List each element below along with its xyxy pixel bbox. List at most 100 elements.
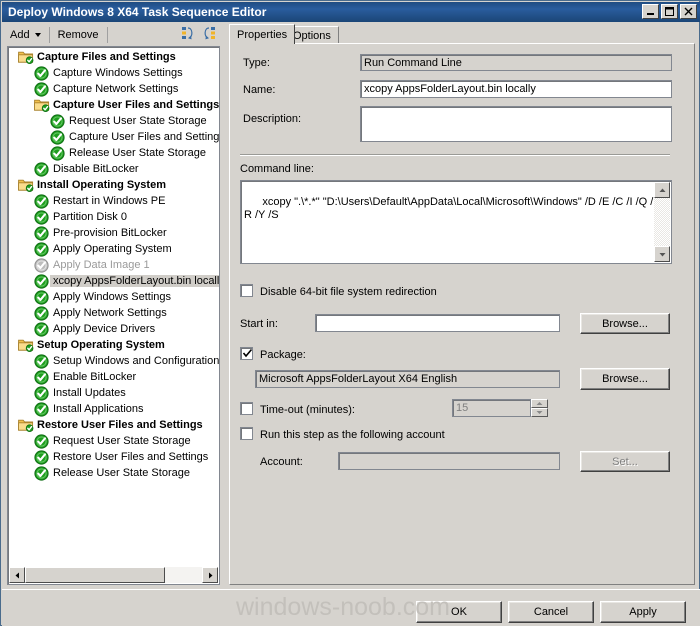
tree-item[interactable]: Install Updates <box>8 385 219 401</box>
tree-item-label: Apply Operating System <box>53 243 172 255</box>
package-browse-button[interactable]: Browse... <box>580 368 670 390</box>
description-input[interactable] <box>360 106 672 142</box>
tree-item[interactable]: Restart in Windows PE <box>8 193 219 209</box>
maximize-button[interactable] <box>661 4 678 19</box>
green-check-icon <box>34 193 50 209</box>
tree-item[interactable]: xcopy AppsFolderLayout.bin locally <box>8 273 219 289</box>
disable-redirection-label: Disable 64-bit file system redirection <box>260 286 437 298</box>
folder-check-icon <box>34 98 50 113</box>
cancel-button[interactable]: Cancel <box>508 601 594 623</box>
minimize-button[interactable] <box>642 4 659 19</box>
tree-item[interactable]: Capture Network Settings <box>8 81 219 97</box>
tree-item[interactable]: Capture User Files and Settings <box>8 129 219 145</box>
tree-item-label: Request User State Storage <box>53 435 191 447</box>
tree-item[interactable]: Apply Network Settings <box>8 305 219 321</box>
start-in-browse-button[interactable]: Browse... <box>580 313 670 334</box>
green-check-icon <box>34 385 50 401</box>
start-in-input[interactable] <box>315 314 560 332</box>
command-line-input[interactable]: xcopy ".\*.*" "D:\Users\Default\AppData\… <box>240 180 672 264</box>
tree-item[interactable]: Apply Data Image 1 <box>8 257 219 273</box>
scrollbar-track[interactable] <box>25 567 202 583</box>
tree-item[interactable]: Setup Windows and Configuration <box>8 353 219 369</box>
timeout-decrement-button[interactable] <box>531 408 548 417</box>
command-line-scrollbar[interactable] <box>654 182 670 262</box>
type-label: Type: <box>243 57 270 69</box>
tree-item-label: Pre-provision BitLocker <box>53 227 167 239</box>
green-check-icon <box>34 401 50 417</box>
tab-properties[interactable]: Properties <box>229 24 296 44</box>
green-check-icon <box>34 449 50 465</box>
green-check-icon <box>34 289 50 305</box>
tree-item[interactable]: Restore User Files and Settings <box>8 417 219 433</box>
tree-item-label: Capture User Files and Settings <box>53 99 219 111</box>
tree-item[interactable]: Apply Operating System <box>8 241 219 257</box>
tree-item-label: Capture User Files and Settings <box>69 131 219 143</box>
green-check-icon <box>34 209 50 225</box>
tree-item[interactable]: Partition Disk 0 <box>8 209 219 225</box>
tree-item-label: Release User State Storage <box>53 467 190 479</box>
tree-item[interactable]: Enable BitLocker <box>8 369 219 385</box>
scrollbar-thumb[interactable] <box>25 567 165 583</box>
tab-strip: Properties Options <box>229 24 695 44</box>
name-input[interactable]: xcopy AppsFolderLayout.bin locally <box>360 80 672 98</box>
tree-item[interactable]: Release User State Storage <box>8 465 219 481</box>
title-bar: Deploy Windows 8 X64 Task Sequence Edito… <box>2 2 700 22</box>
properties-panel: Type: Run Command Line Name: xcopy AppsF… <box>229 43 695 585</box>
tree-item[interactable]: Capture Files and Settings <box>8 49 219 65</box>
account-input[interactable] <box>338 452 560 470</box>
tree-item[interactable]: Disable BitLocker <box>8 161 219 177</box>
tree-item[interactable]: Request User State Storage <box>8 433 219 449</box>
green-check-icon <box>34 321 50 337</box>
tree-item[interactable]: Install Operating System <box>8 177 219 193</box>
tree-item[interactable]: Request User State Storage <box>8 113 219 129</box>
move-down-icon[interactable] <box>201 25 218 45</box>
tree-item[interactable]: Capture Windows Settings <box>8 65 219 81</box>
green-check-icon <box>50 113 66 129</box>
tab-options-label: Options <box>293 29 331 42</box>
tree-horizontal-scrollbar[interactable] <box>9 567 218 583</box>
tree-item-label: Restart in Windows PE <box>53 195 166 207</box>
tree-items-container: Capture Files and Settings Capture Window… <box>8 49 219 567</box>
name-label: Name: <box>243 84 276 96</box>
green-check-icon <box>50 145 66 161</box>
tree-item[interactable]: Setup Operating System <box>8 337 219 353</box>
green-check-icon <box>34 225 50 241</box>
close-button[interactable] <box>680 4 697 19</box>
tree-item[interactable]: Pre-provision BitLocker <box>8 225 219 241</box>
tree-item[interactable]: Apply Windows Settings <box>8 289 219 305</box>
green-check-icon <box>34 273 50 289</box>
timeout-increment-button[interactable] <box>531 399 548 408</box>
command-line-text: xcopy ".\*.*" "D:\Users\Default\AppData\… <box>244 196 668 221</box>
tree-item[interactable]: Release User State Storage <box>8 145 219 161</box>
remove-button[interactable]: Remove <box>52 25 105 45</box>
apply-label: Apply <box>629 606 657 618</box>
scroll-left-button[interactable] <box>9 567 25 583</box>
add-button[interactable]: Add <box>4 25 47 45</box>
scroll-right-button[interactable] <box>202 567 218 583</box>
add-button-label: Add <box>10 29 30 41</box>
command-line-scroll-up-button[interactable] <box>654 182 670 198</box>
apply-button[interactable]: Apply <box>600 601 686 623</box>
run-as-account-checkbox[interactable] <box>240 427 253 440</box>
move-up-icon[interactable] <box>180 25 197 45</box>
remove-button-label: Remove <box>57 29 99 41</box>
green-check-icon <box>34 433 50 449</box>
timeout-spin-buttons[interactable] <box>531 399 548 417</box>
timeout-spinner[interactable]: 15 <box>452 399 548 417</box>
folder-check-icon <box>18 418 34 433</box>
green-check-icon <box>50 129 66 145</box>
account-label: Account: <box>260 456 303 468</box>
tree-item[interactable]: Apply Device Drivers <box>8 321 219 337</box>
task-sequence-tree[interactable]: Capture Files and Settings Capture Window… <box>7 46 220 585</box>
set-account-button[interactable]: Set... <box>580 451 670 472</box>
command-line-scroll-down-button[interactable] <box>654 246 670 262</box>
tree-item[interactable]: Install Applications <box>8 401 219 417</box>
timeout-value[interactable]: 15 <box>452 399 531 417</box>
tree-item[interactable]: Restore User Files and Settings <box>8 449 219 465</box>
package-checkbox[interactable] <box>240 347 253 360</box>
folder-check-icon <box>18 50 34 65</box>
disable-redirection-checkbox[interactable] <box>240 284 253 297</box>
timeout-checkbox[interactable] <box>240 402 253 415</box>
tree-item[interactable]: Capture User Files and Settings <box>8 97 219 113</box>
tree-item-label: Apply Network Settings <box>53 307 167 319</box>
